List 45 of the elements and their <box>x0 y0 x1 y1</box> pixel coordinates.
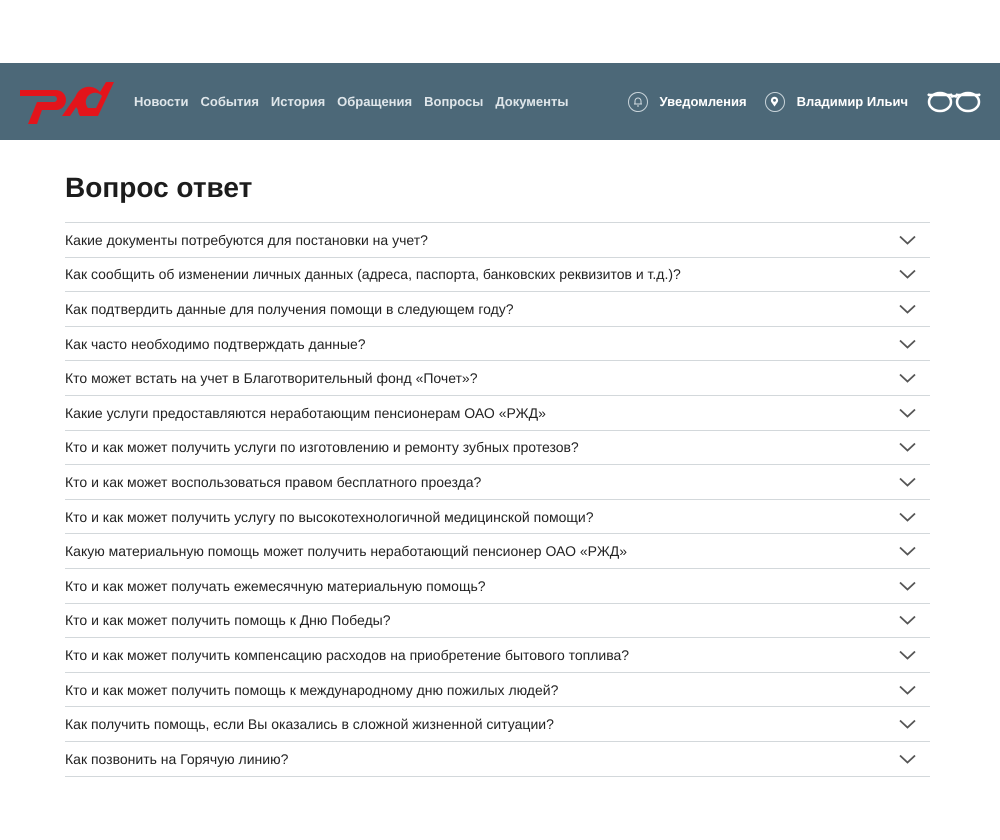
faq-question: Как часто необходимо подтверждать данные? <box>65 336 366 352</box>
page-title: Вопрос ответ <box>65 172 254 204</box>
faq-question: Кто и как может получить помощь к международному дню пожилых людей? <box>65 682 558 698</box>
faq-item[interactable]: Как сообщить об изменении личных данных (адреса, паспорта, банковских реквизитов и т.д.)? <box>65 258 930 292</box>
faq-question: Кто и как может получить помощь к Дню Победы? <box>65 612 391 628</box>
faq-item[interactable]: Как позвонить на Горячую линию? <box>65 742 930 776</box>
location-pin-icon <box>764 92 785 112</box>
faq-item[interactable]: Кто и как может получить услуги по изготовлению и ремонту зубных протезов? <box>65 430 930 466</box>
nav-link[interactable]: Документы <box>495 94 568 109</box>
faq-question: Какие услуги предоставляются неработающим пенсионерам ОАО «РЖД» <box>65 404 546 421</box>
faq-item[interactable]: Кто и как может получить помощь к Дню Победы? <box>65 604 930 638</box>
faq-item[interactable]: Какие документы потребуются для постановки на учет? <box>65 223 930 258</box>
faq-item[interactable]: Кто и как может получить компенсацию расходов на приобретение бытового топлива? <box>65 638 930 673</box>
nav-link[interactable]: Обращения <box>337 94 412 109</box>
faq-question: Кто и как может получать ежемесячную материальную помощь? <box>65 578 486 594</box>
faq-item[interactable]: Кто и как может получить услугу по высокотехнологичной медицинской помощи? <box>65 500 930 534</box>
faq-question: Как подтвердить данные для получения помощи в следующем году? <box>65 300 514 317</box>
glasses-icon[interactable] <box>926 90 982 112</box>
faq-question: Как получить помощь, если Вы оказались в сложной жизненной ситуации? <box>65 716 554 732</box>
faq-question: Какую материальную помощь может получить неработающий пенсионер ОАО «РЖД» <box>65 543 628 560</box>
nav-link[interactable]: Вопросы <box>424 94 484 109</box>
faq-item[interactable]: Как получить помощь, если Вы оказались в сложной жизненной ситуации? <box>65 707 930 742</box>
faq-question: Кто и как может получить услуги по изготовлению и ремонту зубных протезов? <box>65 439 579 456</box>
notifications-link[interactable]: Уведомления <box>628 92 747 112</box>
nav-link[interactable]: Новости <box>134 94 189 109</box>
faq-question: Кто и как может получить компенсацию расходов на приобретение бытового топлива? <box>65 646 630 663</box>
faq-item[interactable]: Кто и как может получать ежемесячную материальную помощь? <box>65 568 930 604</box>
faq-item[interactable]: Какую материальную помощь может получить неработающий пенсионер ОАО «РЖД» <box>65 534 930 569</box>
faq-item[interactable]: Кто может встать на учет в Благотворительный фонд «Почет»? <box>65 361 930 396</box>
faq-question: Какие документы потребуются для постановки на учет? <box>65 232 428 248</box>
user-link[interactable]: Владимир Ильич <box>764 92 908 112</box>
faq-question: Кто и как может воспользоваться правом бесплатного проезда? <box>65 474 482 490</box>
logo-icon <box>18 80 116 124</box>
faq-item[interactable]: Кто и как может воспользоваться правом бесплатного проезда? <box>65 465 930 500</box>
faq-question: Кто может встать на учет в Благотворительный фонд «Почет»? <box>65 370 478 386</box>
faq-question: Кто и как может получить услугу по высокотехнологичной медицинской помощи? <box>65 508 594 525</box>
faq-question: Как сообщить об изменении личных данных (адреса, паспорта, банковских реквизитов и т.д.)? <box>65 266 681 282</box>
faq-item[interactable]: Как часто необходимо подтверждать данные? <box>65 326 930 362</box>
nav-link[interactable]: События <box>200 94 259 109</box>
nav-link[interactable]: История <box>270 94 326 109</box>
faq-question: Как позвонить на Горячую линию? <box>65 750 288 767</box>
faq-item[interactable]: Какие услуги предоставляются неработающим пенсионерам ОАО «РЖД» <box>65 396 930 431</box>
bell-icon <box>628 92 648 112</box>
faq-item[interactable]: Как подтвердить данные для получения помощи в следующем году? <box>65 292 930 327</box>
faq-item[interactable]: Кто и как может получить помощь к международному дню пожилых людей? <box>65 672 930 708</box>
